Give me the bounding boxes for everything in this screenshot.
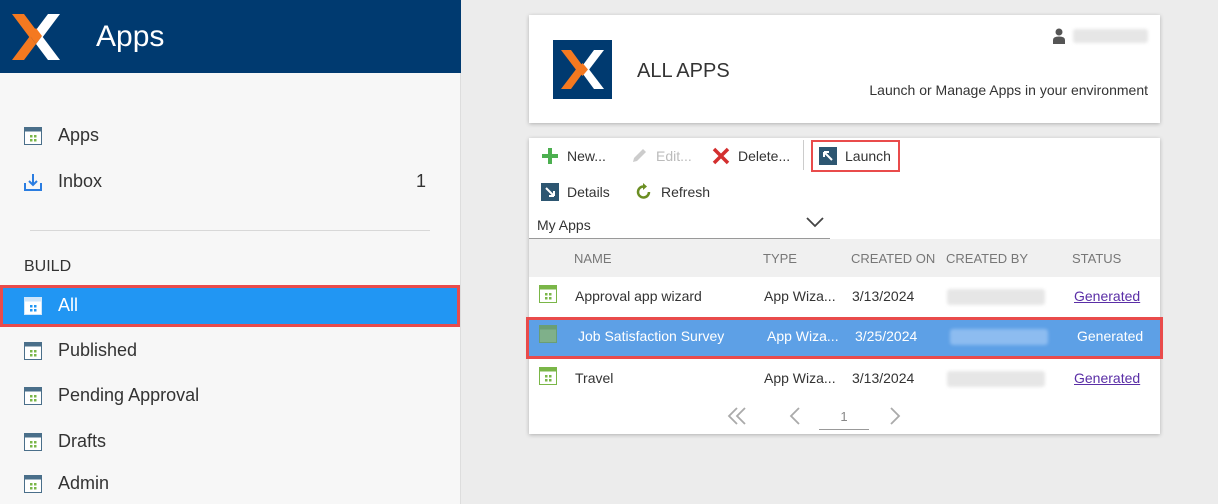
- apps-panel: New... Edit... Delete... Launch Details …: [526, 138, 1163, 434]
- pagination: 1: [529, 400, 1160, 430]
- edit-button[interactable]: Edit...: [630, 147, 692, 165]
- column-header-created-by[interactable]: CREATED BY: [946, 251, 1028, 266]
- toolbar-separator: [803, 140, 804, 170]
- cell-created-on: 3/13/2024: [852, 288, 915, 304]
- edit-button-label: Edit...: [656, 148, 692, 164]
- sidebar-item-all[interactable]: All: [0, 285, 460, 327]
- app-grid-icon: [24, 433, 42, 451]
- sidebar: Apps Apps Inbox 1 BUILD All Published Pe…: [0, 0, 461, 504]
- inbox-download-icon: [24, 174, 42, 191]
- app-grid-icon: [539, 285, 557, 303]
- table-row-selected[interactable]: Job Satisfaction Survey App Wiza... 3/25…: [526, 317, 1163, 359]
- sidebar-item-drafts[interactable]: Drafts: [0, 422, 458, 462]
- sidebar-item-label: Drafts: [58, 431, 107, 451]
- sidebar-item-label: Pending Approval: [58, 385, 200, 405]
- app-filter-dropdown[interactable]: My Apps: [529, 212, 830, 239]
- close-x-icon: [712, 147, 730, 165]
- cell-name: Job Satisfaction Survey: [578, 328, 725, 344]
- app-grid-icon: [24, 475, 42, 493]
- sidebar-item-label: All: [58, 295, 79, 315]
- cell-created-by-redacted: [947, 289, 1045, 305]
- cell-type: App Wiza...: [767, 328, 839, 344]
- sidebar-item-published[interactable]: Published: [0, 331, 458, 371]
- app-filter-value: My Apps: [537, 217, 591, 233]
- column-header-status[interactable]: STATUS: [1072, 251, 1121, 266]
- user-name-redacted: [1073, 29, 1148, 43]
- first-page-icon[interactable]: [726, 405, 748, 427]
- app-grid-icon: [539, 367, 557, 385]
- cell-type: App Wiza...: [764, 370, 836, 386]
- details-button-label: Details: [567, 184, 610, 200]
- page-logo: [553, 40, 612, 99]
- app-grid-icon: [539, 325, 557, 343]
- cell-created-by-redacted: [950, 329, 1048, 345]
- sidebar-item-admin[interactable]: Admin: [0, 464, 458, 504]
- user-icon: [1053, 28, 1065, 44]
- sidebar-section-build: BUILD: [24, 258, 72, 275]
- column-header-type[interactable]: TYPE: [763, 251, 797, 266]
- refresh-button[interactable]: Refresh: [635, 183, 710, 201]
- sidebar-title: Apps: [96, 20, 165, 53]
- sidebar-item-apps[interactable]: Apps: [0, 116, 458, 156]
- pencil-icon: [633, 149, 646, 162]
- chevron-down-icon: [806, 217, 824, 228]
- column-header-created-on[interactable]: CREATED ON: [851, 251, 935, 266]
- status-link[interactable]: Generated: [1074, 288, 1140, 304]
- sidebar-item-label: Inbox: [58, 171, 103, 191]
- app-grid-icon: [24, 297, 42, 315]
- cell-created-on: 3/13/2024: [852, 370, 915, 386]
- table-header: NAME TYPE CREATED ON CREATED BY STATUS: [529, 239, 1160, 277]
- plus-icon: [542, 148, 558, 164]
- details-arrow-icon: [541, 183, 559, 201]
- delete-button-label: Delete...: [738, 148, 791, 164]
- launch-button-label: Launch: [845, 148, 891, 164]
- next-page-icon[interactable]: [883, 405, 905, 427]
- page-number-input[interactable]: 1: [819, 406, 869, 430]
- new-button[interactable]: New...: [541, 147, 606, 165]
- new-button-label: New...: [567, 148, 606, 164]
- page-title: ALL APPS: [637, 60, 730, 82]
- status-link[interactable]: Generated: [1074, 370, 1140, 386]
- cell-name: Approval app wizard: [575, 288, 702, 304]
- sidebar-item-pending-approval[interactable]: Pending Approval: [0, 376, 458, 416]
- sidebar-header: Apps: [0, 0, 461, 73]
- cell-name: Travel: [575, 370, 614, 386]
- launch-arrow-icon: [819, 147, 837, 165]
- page-subtitle: Launch or Manage Apps in your environmen…: [869, 82, 1148, 98]
- table-row[interactable]: Approval app wizard App Wiza... 3/13/202…: [529, 277, 1160, 318]
- sidebar-item-label: Admin: [58, 473, 110, 493]
- app-logo-icon: [561, 50, 604, 89]
- launch-button[interactable]: Launch: [811, 140, 900, 172]
- app-logo-icon: [12, 14, 60, 60]
- cell-type: App Wiza...: [764, 288, 836, 304]
- refresh-button-label: Refresh: [661, 184, 711, 200]
- app-grid-icon: [24, 387, 42, 405]
- table-row[interactable]: Travel App Wiza... 3/13/2024 Generated: [529, 359, 1160, 400]
- inbox-count-badge: 1: [415, 171, 426, 191]
- sidebar-divider: [30, 230, 430, 231]
- page-header-card: ALL APPS Launch or Manage Apps in your e…: [529, 15, 1160, 123]
- column-header-name[interactable]: NAME: [574, 251, 612, 266]
- user-menu[interactable]: [1053, 28, 1148, 44]
- app-grid-icon: [24, 342, 42, 360]
- cell-created-by-redacted: [947, 371, 1045, 387]
- status-text: Generated: [1077, 328, 1144, 344]
- sidebar-item-inbox[interactable]: Inbox 1: [0, 162, 458, 202]
- refresh-icon: [636, 183, 651, 199]
- sidebar-item-label: Apps: [58, 125, 100, 145]
- cell-created-on: 3/25/2024: [855, 328, 918, 344]
- sidebar-item-label: Published: [58, 340, 138, 360]
- delete-button[interactable]: Delete...: [712, 147, 790, 165]
- app-grid-icon: [24, 127, 42, 145]
- previous-page-icon[interactable]: [785, 405, 807, 427]
- details-button[interactable]: Details: [541, 183, 610, 201]
